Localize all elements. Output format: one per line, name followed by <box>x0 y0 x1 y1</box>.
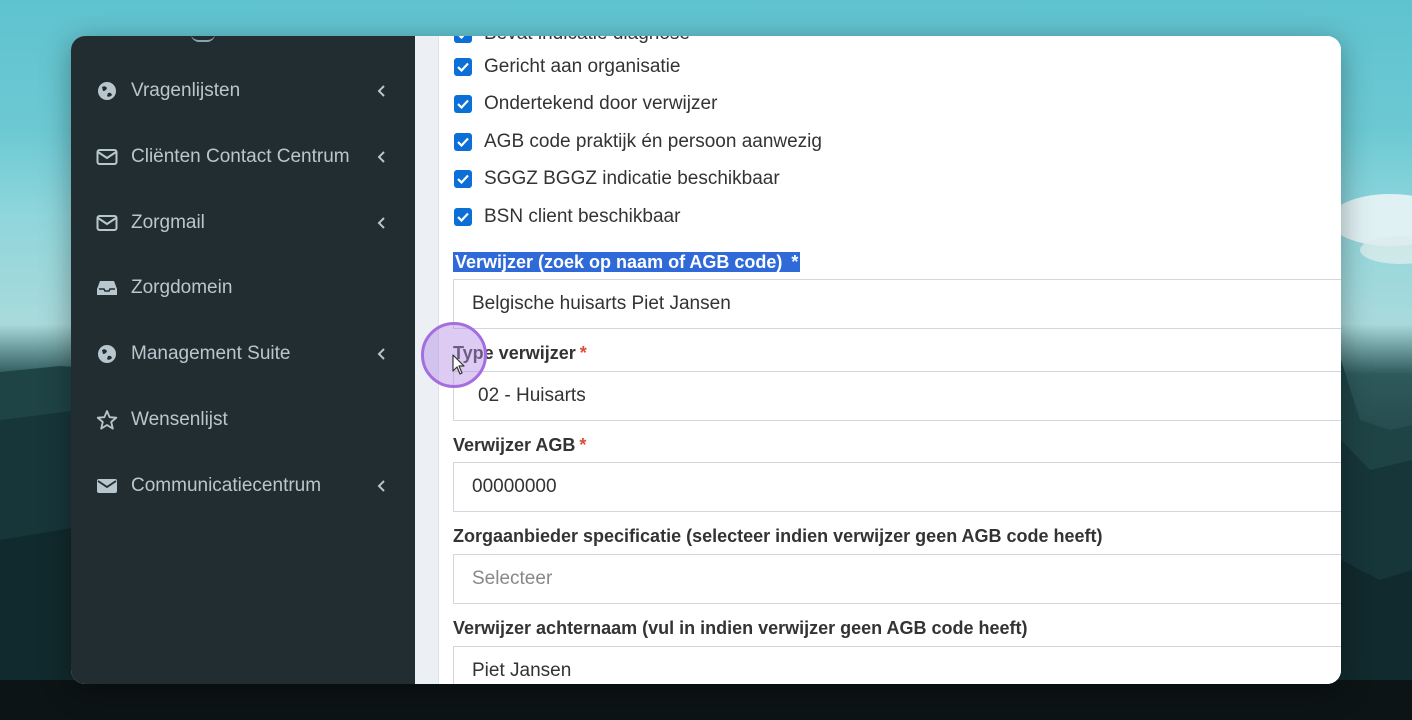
checkbox-label: SGGZ BGGZ indicatie beschikbaar <box>484 168 780 189</box>
sidebar-item-management-suite[interactable]: Management Suite <box>71 332 415 376</box>
checkbox-checked[interactable] <box>454 208 472 226</box>
inbox-icon <box>96 277 118 299</box>
zorgaanbieder-placeholder: Selecteer <box>472 568 553 589</box>
checkbox-row[interactable]: SGGZ BGGZ indicatie beschikbaar <box>454 165 780 193</box>
sidebar-item-zorgdomein[interactable]: Zorgdomein <box>71 266 415 310</box>
zorgaanbieder-label: Zorgaanbieder specificatie (selecteer in… <box>453 526 1103 547</box>
checkbox-row[interactable]: Bevat indicatie diagnose <box>454 36 690 48</box>
star-icon <box>96 409 118 431</box>
checkbox-row[interactable]: Ondertekend door verwijzer <box>454 90 717 118</box>
verwijzer-agb-input[interactable]: 00000000 <box>453 462 1341 512</box>
zorgaanbieder-select[interactable]: Selecteer <box>453 554 1341 604</box>
main-content: Bevat indicatie diagnose Gericht aan org… <box>415 36 1341 684</box>
checkbox-row[interactable]: Gericht aan organisatie <box>454 53 680 81</box>
checkbox-label: Bevat indicatie diagnose <box>484 36 690 45</box>
form-panel: Bevat indicatie diagnose Gericht aan org… <box>438 36 1341 684</box>
chevron-left-icon <box>374 479 388 493</box>
envelope-icon <box>96 146 118 168</box>
required-marker: * <box>791 252 799 272</box>
sidebar-item-vragenlijsten[interactable]: Vragenlijsten <box>71 69 415 113</box>
sidebar-item-label: Wensenlijst <box>131 409 228 430</box>
sidebar-item-label: Zorgmail <box>131 212 205 233</box>
chevron-left-icon <box>374 150 388 164</box>
sidebar-item-label: Zorgdomein <box>131 277 233 298</box>
type-verwijzer-value: 02 - Huisarts <box>478 385 586 406</box>
sidebar: Vragenlijsten Cliënten Contact Centrum Z… <box>71 36 415 684</box>
type-verwijzer-select[interactable]: 02 - Huisarts <box>453 371 1341 421</box>
background-ground <box>0 680 1412 720</box>
checkbox-checked[interactable] <box>454 36 472 43</box>
sidebar-item-label: Cliënten Contact Centrum <box>131 146 350 167</box>
achternaam-label-text: Verwijzer achternaam (vul in indien verw… <box>453 618 1028 638</box>
achternaam-input[interactable]: Piet Jansen <box>453 646 1341 684</box>
checkbox-label: Gericht aan organisatie <box>484 56 681 77</box>
globe-icon <box>96 80 118 102</box>
verwijzer-label: Verwijzer (zoek op naam of AGB code) * <box>453 252 801 273</box>
sidebar-item-label: Communicatiecentrum <box>131 475 322 496</box>
checkbox-checked[interactable] <box>454 95 472 113</box>
mouse-pointer-icon <box>452 354 465 375</box>
checkbox-label: AGB code praktijk én persoon aanwezig <box>484 131 822 152</box>
chevron-left-icon <box>374 216 388 230</box>
selected-text: Verwijzer (zoek op naam of AGB code) * <box>453 252 801 272</box>
checkbox-checked[interactable] <box>454 133 472 151</box>
verwijzer-agb-label: Verwijzer AGB * <box>453 435 586 456</box>
sidebar-item-zorgmail[interactable]: Zorgmail <box>71 201 415 245</box>
achternaam-value: Piet Jansen <box>472 660 572 681</box>
sidebar-item-communicatiecentrum[interactable]: Communicatiecentrum <box>71 464 415 508</box>
sidebar-cut-off-text <box>191 36 215 42</box>
sidebar-item-wensenlijst[interactable]: Wensenlijst <box>71 398 415 442</box>
verwijzer-search-input[interactable]: Belgische huisarts Piet Jansen <box>453 279 1341 329</box>
achternaam-label: Verwijzer achternaam (vul in indien verw… <box>453 618 1028 639</box>
required-marker: * <box>579 435 587 455</box>
chevron-left-icon <box>374 347 388 361</box>
checkbox-label: Ondertekend door verwijzer <box>484 93 718 114</box>
globe-icon <box>96 343 118 365</box>
checkbox-label: BSN client beschikbaar <box>484 206 681 227</box>
checkbox-checked[interactable] <box>454 170 472 188</box>
verwijzer-agb-value: 00000000 <box>472 476 557 497</box>
required-marker: * <box>579 343 587 363</box>
sidebar-item-clienten-contact-centrum[interactable]: Cliënten Contact Centrum <box>71 135 415 179</box>
envelope-filled-icon <box>96 475 118 497</box>
verwijzer-value: Belgische huisarts Piet Jansen <box>472 293 731 314</box>
checkbox-row[interactable]: BSN client beschikbaar <box>454 203 680 231</box>
app-window: Vragenlijsten Cliënten Contact Centrum Z… <box>71 36 1341 684</box>
envelope-icon <box>96 212 118 234</box>
checkbox-row[interactable]: AGB code praktijk én persoon aanwezig <box>454 128 822 156</box>
sidebar-item-label: Vragenlijsten <box>131 80 241 101</box>
verwijzer-label-text: Verwijzer (zoek op naam of AGB code) <box>455 252 783 272</box>
checkbox-checked[interactable] <box>454 58 472 76</box>
zorgaanbieder-label-text: Zorgaanbieder specificatie (selecteer in… <box>453 526 1103 546</box>
chevron-left-icon <box>374 84 388 98</box>
sidebar-item-label: Management Suite <box>131 343 291 364</box>
verwijzer-agb-label-text: Verwijzer AGB <box>453 435 576 455</box>
